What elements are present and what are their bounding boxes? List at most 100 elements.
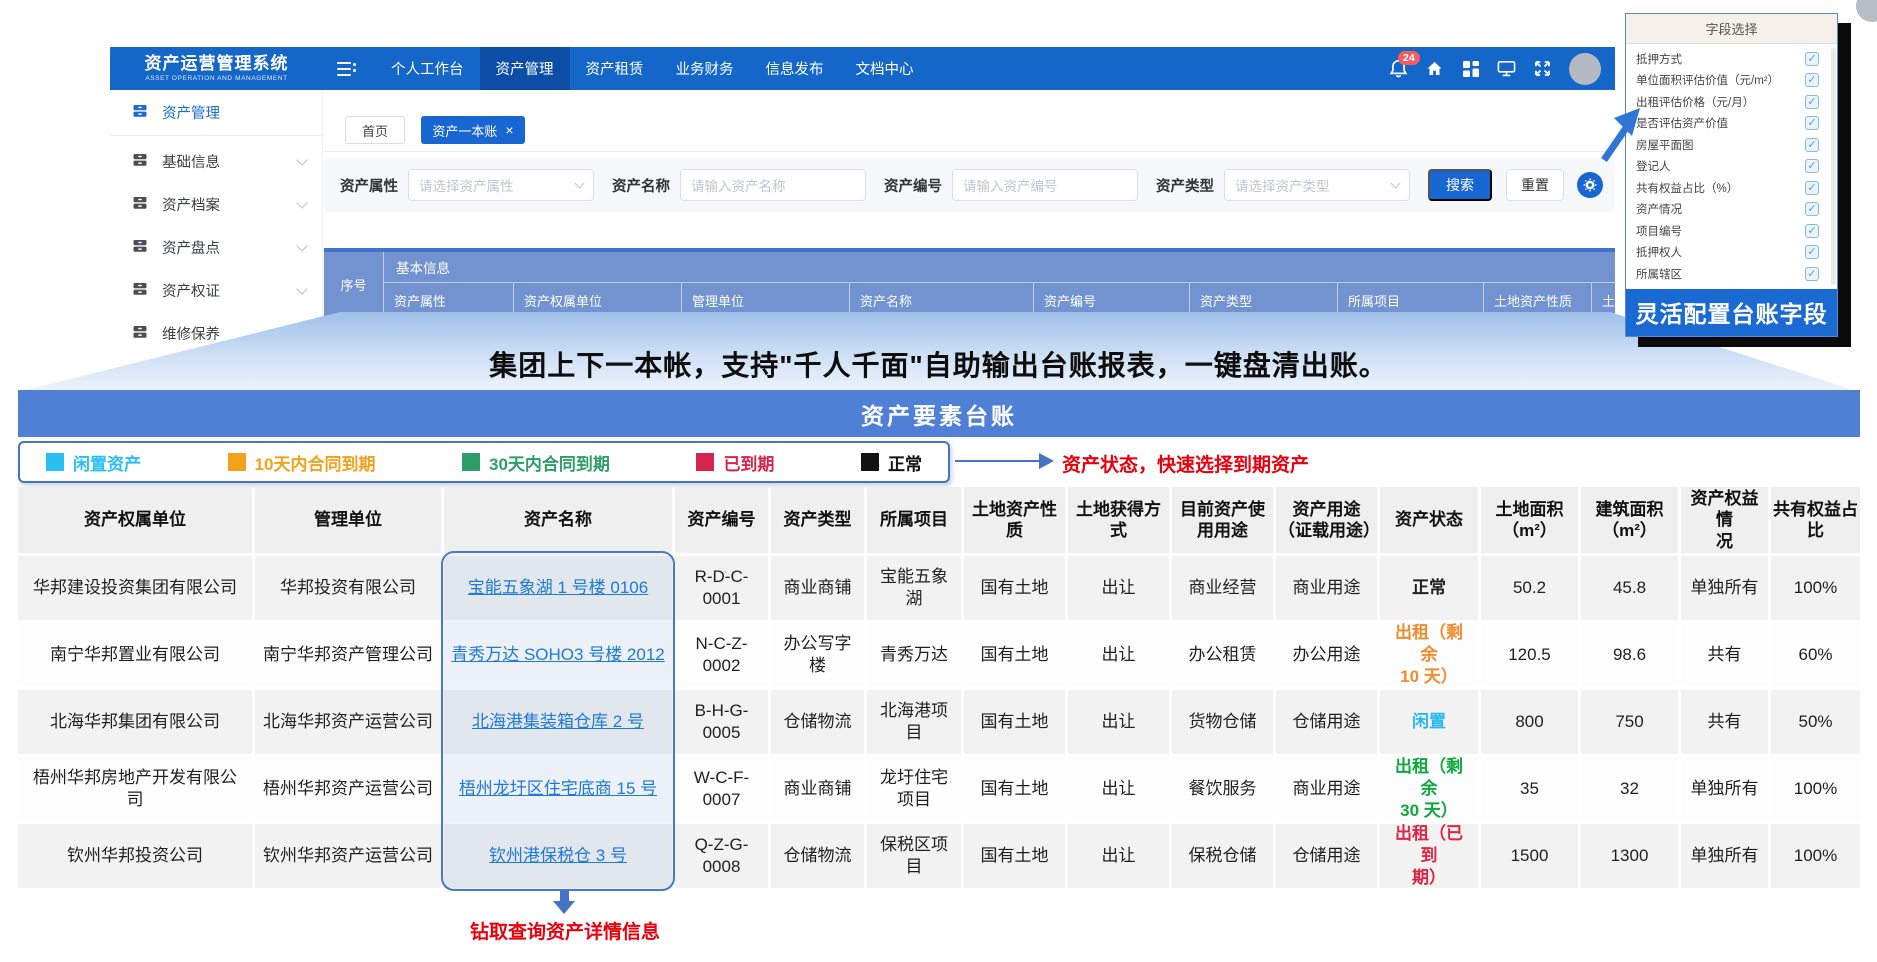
- filter-select-0[interactable]: 请选择资产属性: [408, 169, 594, 201]
- field-label: 资产情况: [1636, 201, 1805, 217]
- close-icon[interactable]: ×: [505, 123, 513, 137]
- checkbox-checked[interactable]: ✓: [1805, 73, 1819, 87]
- sidebar-item-2[interactable]: 资产档案: [110, 183, 322, 226]
- scrollbar[interactable]: [1831, 48, 1836, 285]
- chevron-down-icon: [296, 369, 307, 380]
- cabinet-icon: [132, 152, 148, 172]
- cabinet-icon: [132, 367, 148, 387]
- sidebar-item-label: 资产档案: [162, 194, 220, 215]
- sidebar-item-1[interactable]: 基础信息: [110, 140, 322, 183]
- placeholder-text: 请选择资产类型: [1235, 175, 1386, 195]
- cell-share: 100%: [1771, 757, 1860, 821]
- cell-build_area: 32: [1581, 757, 1678, 821]
- column-settings-gear-icon[interactable]: [1577, 172, 1603, 198]
- cell-manager: 梧州华邦资产运营公司: [255, 757, 441, 821]
- legend-item-3: 已到期: [696, 450, 774, 475]
- checkbox-checked[interactable]: ✓: [1805, 267, 1819, 281]
- legend-item-1: 10天内合同到期: [228, 450, 376, 475]
- filter-select-3[interactable]: 请选择资产类型: [1224, 169, 1410, 201]
- filter-input-1[interactable]: 请输入资产名称: [680, 169, 866, 201]
- bg-group-header: 基本信息: [384, 252, 1615, 283]
- checkbox-checked[interactable]: ✓: [1805, 245, 1819, 259]
- checkbox-checked[interactable]: ✓: [1805, 224, 1819, 238]
- home-icon[interactable]: [1425, 59, 1444, 78]
- field-label: 项目编号: [1636, 223, 1805, 239]
- legend-label: 闲置资产: [73, 450, 141, 475]
- bell-icon[interactable]: 24: [1389, 59, 1408, 78]
- checkbox-checked[interactable]: ✓: [1805, 181, 1819, 195]
- cell-land_area: 1500: [1481, 824, 1578, 888]
- tab-1[interactable]: 资产一本账×: [421, 116, 525, 144]
- field-row-10: 所属辖区✓: [1636, 263, 1829, 285]
- avatar[interactable]: [1569, 53, 1601, 85]
- fullscreen-icon[interactable]: [1533, 59, 1552, 78]
- cell-share: 50%: [1771, 690, 1860, 754]
- cell-type: 商业商铺: [771, 757, 864, 821]
- cell-equity: 共有: [1681, 623, 1768, 687]
- asset-ledger-table: 资产权属单位管理单位资产名称资产编号资产类型所属项目土地资产性 质土地获得方 式…: [18, 487, 1860, 888]
- checkbox-checked[interactable]: ✓: [1805, 138, 1819, 152]
- legend-swatch: [46, 453, 64, 471]
- background-table: 序号 基本信息 资产属性资产权属单位管理单位资产名称资产编号资产类型所属项目土地…: [324, 248, 1615, 330]
- column-header-11: 土地面积 （m²）: [1481, 487, 1578, 553]
- cabinet-icon: [132, 238, 148, 258]
- cell-share: 60%: [1771, 623, 1860, 687]
- legend-arrow: [955, 460, 1041, 462]
- nav-item-1[interactable]: 资产管理: [480, 47, 570, 90]
- dashboard-icon[interactable]: [1461, 59, 1480, 78]
- nav-item-4[interactable]: 信息发布: [750, 47, 840, 90]
- reset-button[interactable]: 重置: [1506, 169, 1564, 201]
- column-header-7: 土地获得方 式: [1068, 487, 1169, 553]
- legend-label: 10天内合同到期: [255, 450, 376, 475]
- column-header-4: 资产类型: [771, 487, 864, 553]
- cabinet-icon: [132, 195, 148, 215]
- column-header-0: 资产权属单位: [18, 487, 252, 553]
- search-button[interactable]: 搜索: [1428, 169, 1492, 201]
- monitor-icon[interactable]: [1497, 59, 1516, 78]
- field-row-7: 资产情况✓: [1636, 199, 1829, 221]
- tab-0[interactable]: 首页: [345, 116, 405, 144]
- drill-down-arrow-head: [553, 901, 575, 914]
- cell-type: 仓储物流: [771, 690, 864, 754]
- sidebar-item-5[interactable]: 维修保养: [110, 312, 322, 355]
- nav-item-0[interactable]: 个人工作台: [375, 47, 480, 90]
- legend-item-0: 闲置资产: [46, 450, 141, 475]
- legend-swatch: [861, 453, 879, 471]
- cell-equity: 共有: [1681, 690, 1768, 754]
- chevron-down-icon: [296, 197, 307, 208]
- checkbox-checked[interactable]: ✓: [1805, 95, 1819, 109]
- cell-code: Q-Z-G- 0008: [675, 824, 768, 888]
- legend-swatch: [462, 453, 480, 471]
- field-config-panel: 字段选择 抵押方式✓单位面积评估价值（元/m²）✓出租评估价格（元/月）✓是否评…: [1625, 13, 1838, 337]
- nav-item-2[interactable]: 资产租赁: [570, 47, 660, 90]
- main-nav: 个人工作台资产管理资产租赁业务财务信息发布文档中心: [375, 47, 930, 90]
- bg-column-header-1: 资产权属单位: [514, 283, 682, 317]
- sidebar-item-0[interactable]: 资产管理: [110, 90, 322, 136]
- collapse-menu-icon[interactable]: [337, 61, 357, 77]
- sidebar-item-label: 资产处置: [162, 366, 220, 387]
- field-panel-title: 字段选择: [1626, 14, 1837, 44]
- nav-item-3[interactable]: 业务财务: [660, 47, 750, 90]
- chevron-down-icon: [296, 240, 307, 251]
- decorative-circle: [1856, 0, 1877, 22]
- cell-owner: 华邦建设投资集团有限公司: [18, 556, 252, 620]
- column-header-14: 共有权益占 比: [1771, 487, 1860, 553]
- cell-build_area: 750: [1581, 690, 1678, 754]
- checkbox-checked[interactable]: ✓: [1805, 52, 1819, 66]
- filter-label-0: 资产属性: [340, 175, 398, 196]
- cell-code: W-C-F- 0007: [675, 757, 768, 821]
- nav-item-5[interactable]: 文档中心: [840, 47, 930, 90]
- sidebar-item-4[interactable]: 资产权证: [110, 269, 322, 312]
- filter-input-2[interactable]: 请输入资产编号: [952, 169, 1138, 201]
- cell-cert_use: 商业用途: [1276, 556, 1377, 620]
- field-panel-caption: 灵活配置台账字段: [1626, 289, 1837, 336]
- cell-land_nature: 国有土地: [964, 556, 1065, 620]
- checkbox-checked[interactable]: ✓: [1805, 116, 1819, 130]
- column-header-9: 资产用途 （证载用途）: [1276, 487, 1377, 553]
- sidebar-item-3[interactable]: 资产盘点: [110, 226, 322, 269]
- checkbox-checked[interactable]: ✓: [1805, 202, 1819, 216]
- field-row-5: 登记人✓: [1636, 156, 1829, 178]
- checkbox-checked[interactable]: ✓: [1805, 159, 1819, 173]
- bg-table-row-strip: [324, 317, 1615, 330]
- sidebar-item-label: 维修保养: [162, 323, 220, 344]
